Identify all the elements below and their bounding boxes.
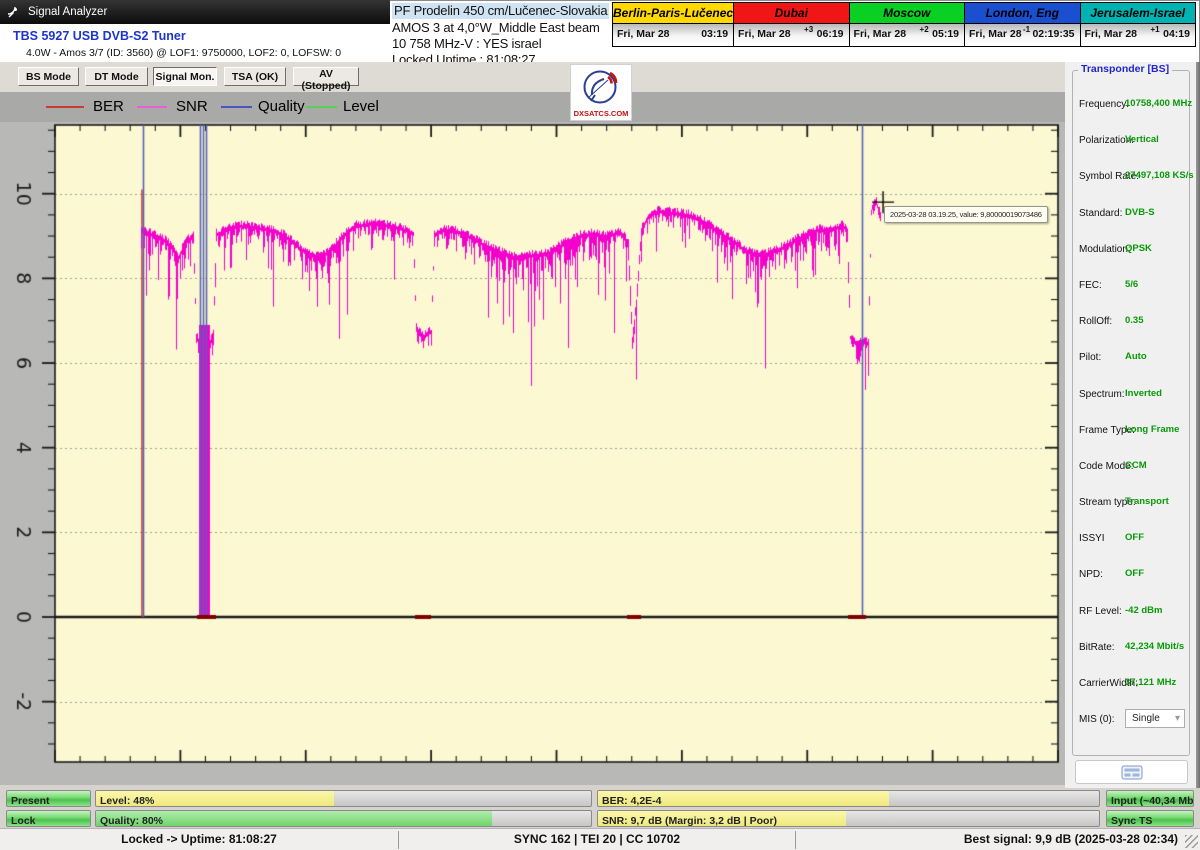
clock-city: Moscow	[850, 3, 964, 24]
clock-date: Fri, Mar 28	[738, 28, 791, 40]
tp-row-npd: NPD:OFF	[1073, 561, 1189, 597]
tp-row-standard: Standard:DVB-S	[1073, 200, 1189, 236]
tp-row-polarization: Polarization:Vertical	[1073, 127, 1189, 163]
signal-mon-tab[interactable]: Signal Mon.	[153, 67, 217, 86]
mis-dropdown[interactable]: Single ▾	[1125, 709, 1185, 728]
window-titlebar[interactable]: Signal Analyzer	[0, 0, 390, 24]
statusbar-best-signal: Best signal: 9,9 dB (2025-03-28 02:34)	[796, 829, 1188, 850]
quality-legend-label: Quality	[258, 98, 305, 115]
tp-row-bitrate: BitRate:42,234 Mbit/s	[1073, 634, 1189, 670]
tsa-button[interactable]: TSA (OK)	[224, 67, 286, 86]
lock-indicator: Lock	[6, 810, 91, 827]
clock-offset: +1	[1151, 25, 1160, 34]
mode-toolbar: BS Mode DT Mode Signal Mon. TSA (OK) AV …	[0, 62, 1065, 92]
app-dish-icon	[6, 5, 20, 19]
clock-dubai: Dubai Fri, Mar 28 +3 06:19	[734, 3, 849, 46]
clock-jerusalem: Jerusalem-Israel Fri, Mar 28 +1 04:19	[1081, 3, 1195, 46]
tp-row-rolloff: RollOff:0.35	[1073, 308, 1189, 344]
clock-london: London, Eng Fri, Mar 28 -1 02:19:35	[965, 3, 1080, 46]
dxsatcs-dish-icon	[579, 67, 623, 109]
clock-date: Fri, Mar 28	[969, 28, 1022, 40]
snr-legend-line	[137, 106, 167, 108]
clock-offset: +3	[804, 25, 813, 34]
chevron-down-icon: ▾	[1175, 710, 1180, 727]
statusbar-lock-uptime: Locked -> Uptime: 81:08:27	[0, 829, 398, 850]
clock-time: 06:19	[817, 28, 844, 40]
clock-date: Fri, Mar 28	[617, 28, 670, 40]
level-legend-label: Level	[343, 98, 379, 115]
status-meters: Present Level: 48% BER: 4,2E-4 Input (~4…	[0, 788, 1200, 828]
ber-legend-label: BER	[93, 98, 124, 115]
statusbar-sync-counters: SYNC 162 | TEI 20 | CC 10702	[399, 829, 795, 850]
tp-row-mis: MIS (0): Single ▾	[1073, 706, 1189, 742]
snr-meter: SNR: 9,7 dB (Margin: 3,2 dB | Poor)	[597, 810, 1100, 827]
tuner-title: TBS 5927 USB DVB-S2 Tuner	[13, 29, 186, 43]
clock-city: Dubai	[734, 3, 848, 24]
clock-berlin: Berlin-Paris-Lučenec Fri, Mar 28 03:19	[613, 3, 734, 46]
present-indicator: Present	[6, 790, 91, 807]
ber-meter: BER: 4,2E-4	[597, 790, 1100, 807]
chart-legend: BER SNR Quality Level	[0, 92, 1065, 122]
resize-grip[interactable]	[1185, 835, 1198, 848]
sync-ts-indicator: Sync TS	[1106, 810, 1194, 827]
input-indicator: Input (~40,34 Mbps)	[1106, 790, 1194, 807]
tp-row-frame-type: Frame Type:Long Frame	[1073, 417, 1189, 453]
tp-row-modulation: Modulation:QPSK	[1073, 236, 1189, 272]
tp-row-pilot: Pilot:Auto	[1073, 344, 1189, 380]
panel-scrollbar[interactable]	[1196, 62, 1200, 788]
signal-analyzer-window: Signal Analyzer TBS 5927 USB DVB-S2 Tune…	[0, 0, 1200, 850]
clock-city: Berlin-Paris-Lučenec	[613, 3, 733, 24]
tp-row-fec: FEC:5/6	[1073, 272, 1189, 308]
quality-meter: Quality: 80%	[95, 810, 592, 827]
transponder-panel: Transponder [BS] Frequency:10758,400 MHz…	[1065, 62, 1200, 788]
info-line-satellite: AMOS 3 at 4,0°W_Middle East beam	[392, 20, 616, 36]
world-clocks: Berlin-Paris-Lučenec Fri, Mar 28 03:19 D…	[612, 2, 1196, 47]
transponder-groupbox: Transponder [BS] Frequency:10758,400 MHz…	[1072, 70, 1190, 756]
statusbar: Locked -> Uptime: 81:08:27 SYNC 162 | TE…	[0, 828, 1200, 850]
clock-time: 04:19	[1163, 28, 1190, 40]
signal-chart: 2025-03-28 03.19.25, value: 9,8000001907…	[0, 122, 1065, 785]
info-line-frequency: 10 758 MHz-V : YES israel	[392, 36, 616, 52]
info-line-antenna: PF Prodelin 450 cm/Lučenec-Slovakia	[392, 3, 609, 19]
level-meter: Level: 48%	[95, 790, 592, 807]
transponder-title: Transponder [BS]	[1078, 63, 1172, 75]
tp-row-symbol-rate: Symbol Rate:27497,108 KS/s	[1073, 163, 1189, 199]
window-title: Signal Analyzer	[28, 6, 107, 18]
av-button[interactable]: AV (Stopped)	[293, 67, 359, 86]
clock-time: 02:19:35	[1032, 28, 1074, 40]
chart-tooltip: 2025-03-28 03.19.25, value: 9,8000001907…	[884, 206, 1048, 223]
ber-legend-line	[46, 106, 84, 108]
tp-row-spectrum: Spectrum:Inverted	[1073, 381, 1189, 417]
tp-row-frequency: Frequency:10758,400 MHz	[1073, 91, 1189, 127]
tp-row-carrierwidth: CarrierWidth:37,121 MHz	[1073, 670, 1189, 706]
level-legend-line	[306, 106, 337, 108]
tp-row-code-mode: Code Mode:CCM	[1073, 453, 1189, 489]
reception-info: PF Prodelin 450 cm/Lučenec-Slovakia AMOS…	[392, 2, 616, 68]
tp-row-issyi: ISSYIOFF	[1073, 525, 1189, 561]
clock-moscow: Moscow Fri, Mar 28 +2 05:19	[850, 3, 965, 46]
clock-date: Fri, Mar 28	[854, 28, 907, 40]
clock-time: 03:19	[701, 28, 728, 40]
bs-mode-button[interactable]: BS Mode	[18, 67, 79, 86]
dt-mode-button[interactable]: DT Mode	[85, 67, 148, 86]
quality-legend-line	[221, 106, 252, 108]
dxsatcs-logo-text: DXSATCS.COM	[571, 109, 631, 118]
tp-row-stream-type: Stream type:Transport	[1073, 489, 1189, 525]
tp-row-rf-level: RF Level:-42 dBm	[1073, 598, 1189, 634]
dxsatcs-logo: DXSATCS.COM	[570, 64, 632, 121]
keyboard-icon	[1121, 765, 1143, 780]
clock-time: 05:19	[932, 28, 959, 40]
tuner-subtitle: 4.0W - Amos 3/7 (ID: 3560) @ LOF1: 97500…	[26, 47, 341, 59]
clock-offset: -1	[1023, 25, 1030, 34]
clock-offset: +2	[920, 25, 929, 34]
tuner-header: TBS 5927 USB DVB-S2 Tuner 4.0W - Amos 3/…	[0, 24, 390, 62]
ts-data-button[interactable]	[1075, 760, 1188, 784]
clock-city: Jerusalem-Israel	[1081, 3, 1195, 24]
clock-city: London, Eng	[965, 3, 1079, 24]
snr-legend-label: SNR	[176, 98, 208, 115]
clock-date: Fri, Mar 28	[1085, 28, 1138, 40]
